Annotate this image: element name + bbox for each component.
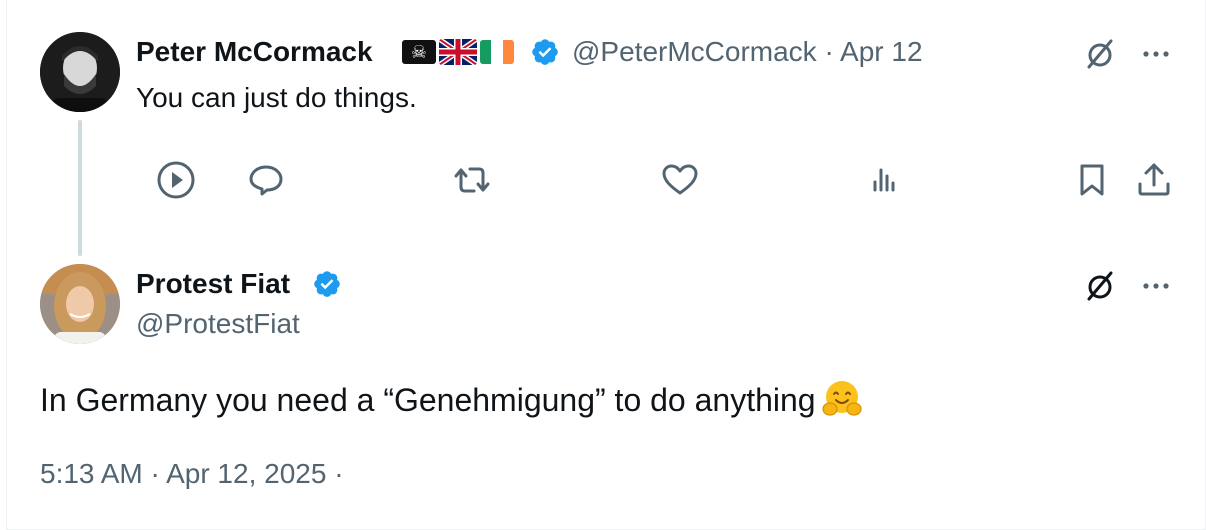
bookmark-icon[interactable] <box>1070 158 1114 202</box>
verified-badge-icon[interactable] <box>530 37 560 67</box>
share-icon[interactable] <box>1132 158 1176 202</box>
uk-flag-icon <box>439 39 477 65</box>
play-icon[interactable] <box>154 158 198 202</box>
reply-icon[interactable] <box>244 158 288 202</box>
pirate-flag-icon: ☠ <box>402 40 436 64</box>
author-handle[interactable]: @ProtestFiat <box>136 308 300 340</box>
ireland-flag-icon <box>480 40 514 64</box>
flag-emojis: ☠ <box>402 36 514 68</box>
grok-icon[interactable] <box>1080 34 1120 74</box>
avatar[interactable] <box>40 264 120 344</box>
tweet-card <box>6 0 1206 530</box>
grok-icon[interactable] <box>1080 266 1120 306</box>
author-handle-date[interactable]: @PeterMcCormack · Apr 12 <box>572 36 923 68</box>
tweet-text-content: In Germany you need a “Genehmigung” to d… <box>40 382 816 418</box>
retweet-icon[interactable] <box>450 158 494 202</box>
author-name[interactable]: Peter McCormack <box>136 36 373 68</box>
views-icon[interactable] <box>864 158 908 202</box>
verified-badge-icon[interactable] <box>312 269 342 299</box>
tweet-text: In Germany you need a “Genehmigung” to d… <box>40 378 862 419</box>
thread-line <box>78 120 82 256</box>
avatar[interactable] <box>40 32 120 112</box>
tweet-text: You can just do things. <box>136 82 417 113</box>
more-icon[interactable] <box>1136 266 1176 306</box>
author-name[interactable]: Protest Fiat <box>136 268 290 300</box>
hugging-face-emoji-icon <box>821 378 862 418</box>
like-icon[interactable] <box>658 158 702 202</box>
more-icon[interactable] <box>1136 34 1176 74</box>
tweet-timestamp[interactable]: 5:13 AM · Apr 12, 2025 · <box>40 458 344 490</box>
